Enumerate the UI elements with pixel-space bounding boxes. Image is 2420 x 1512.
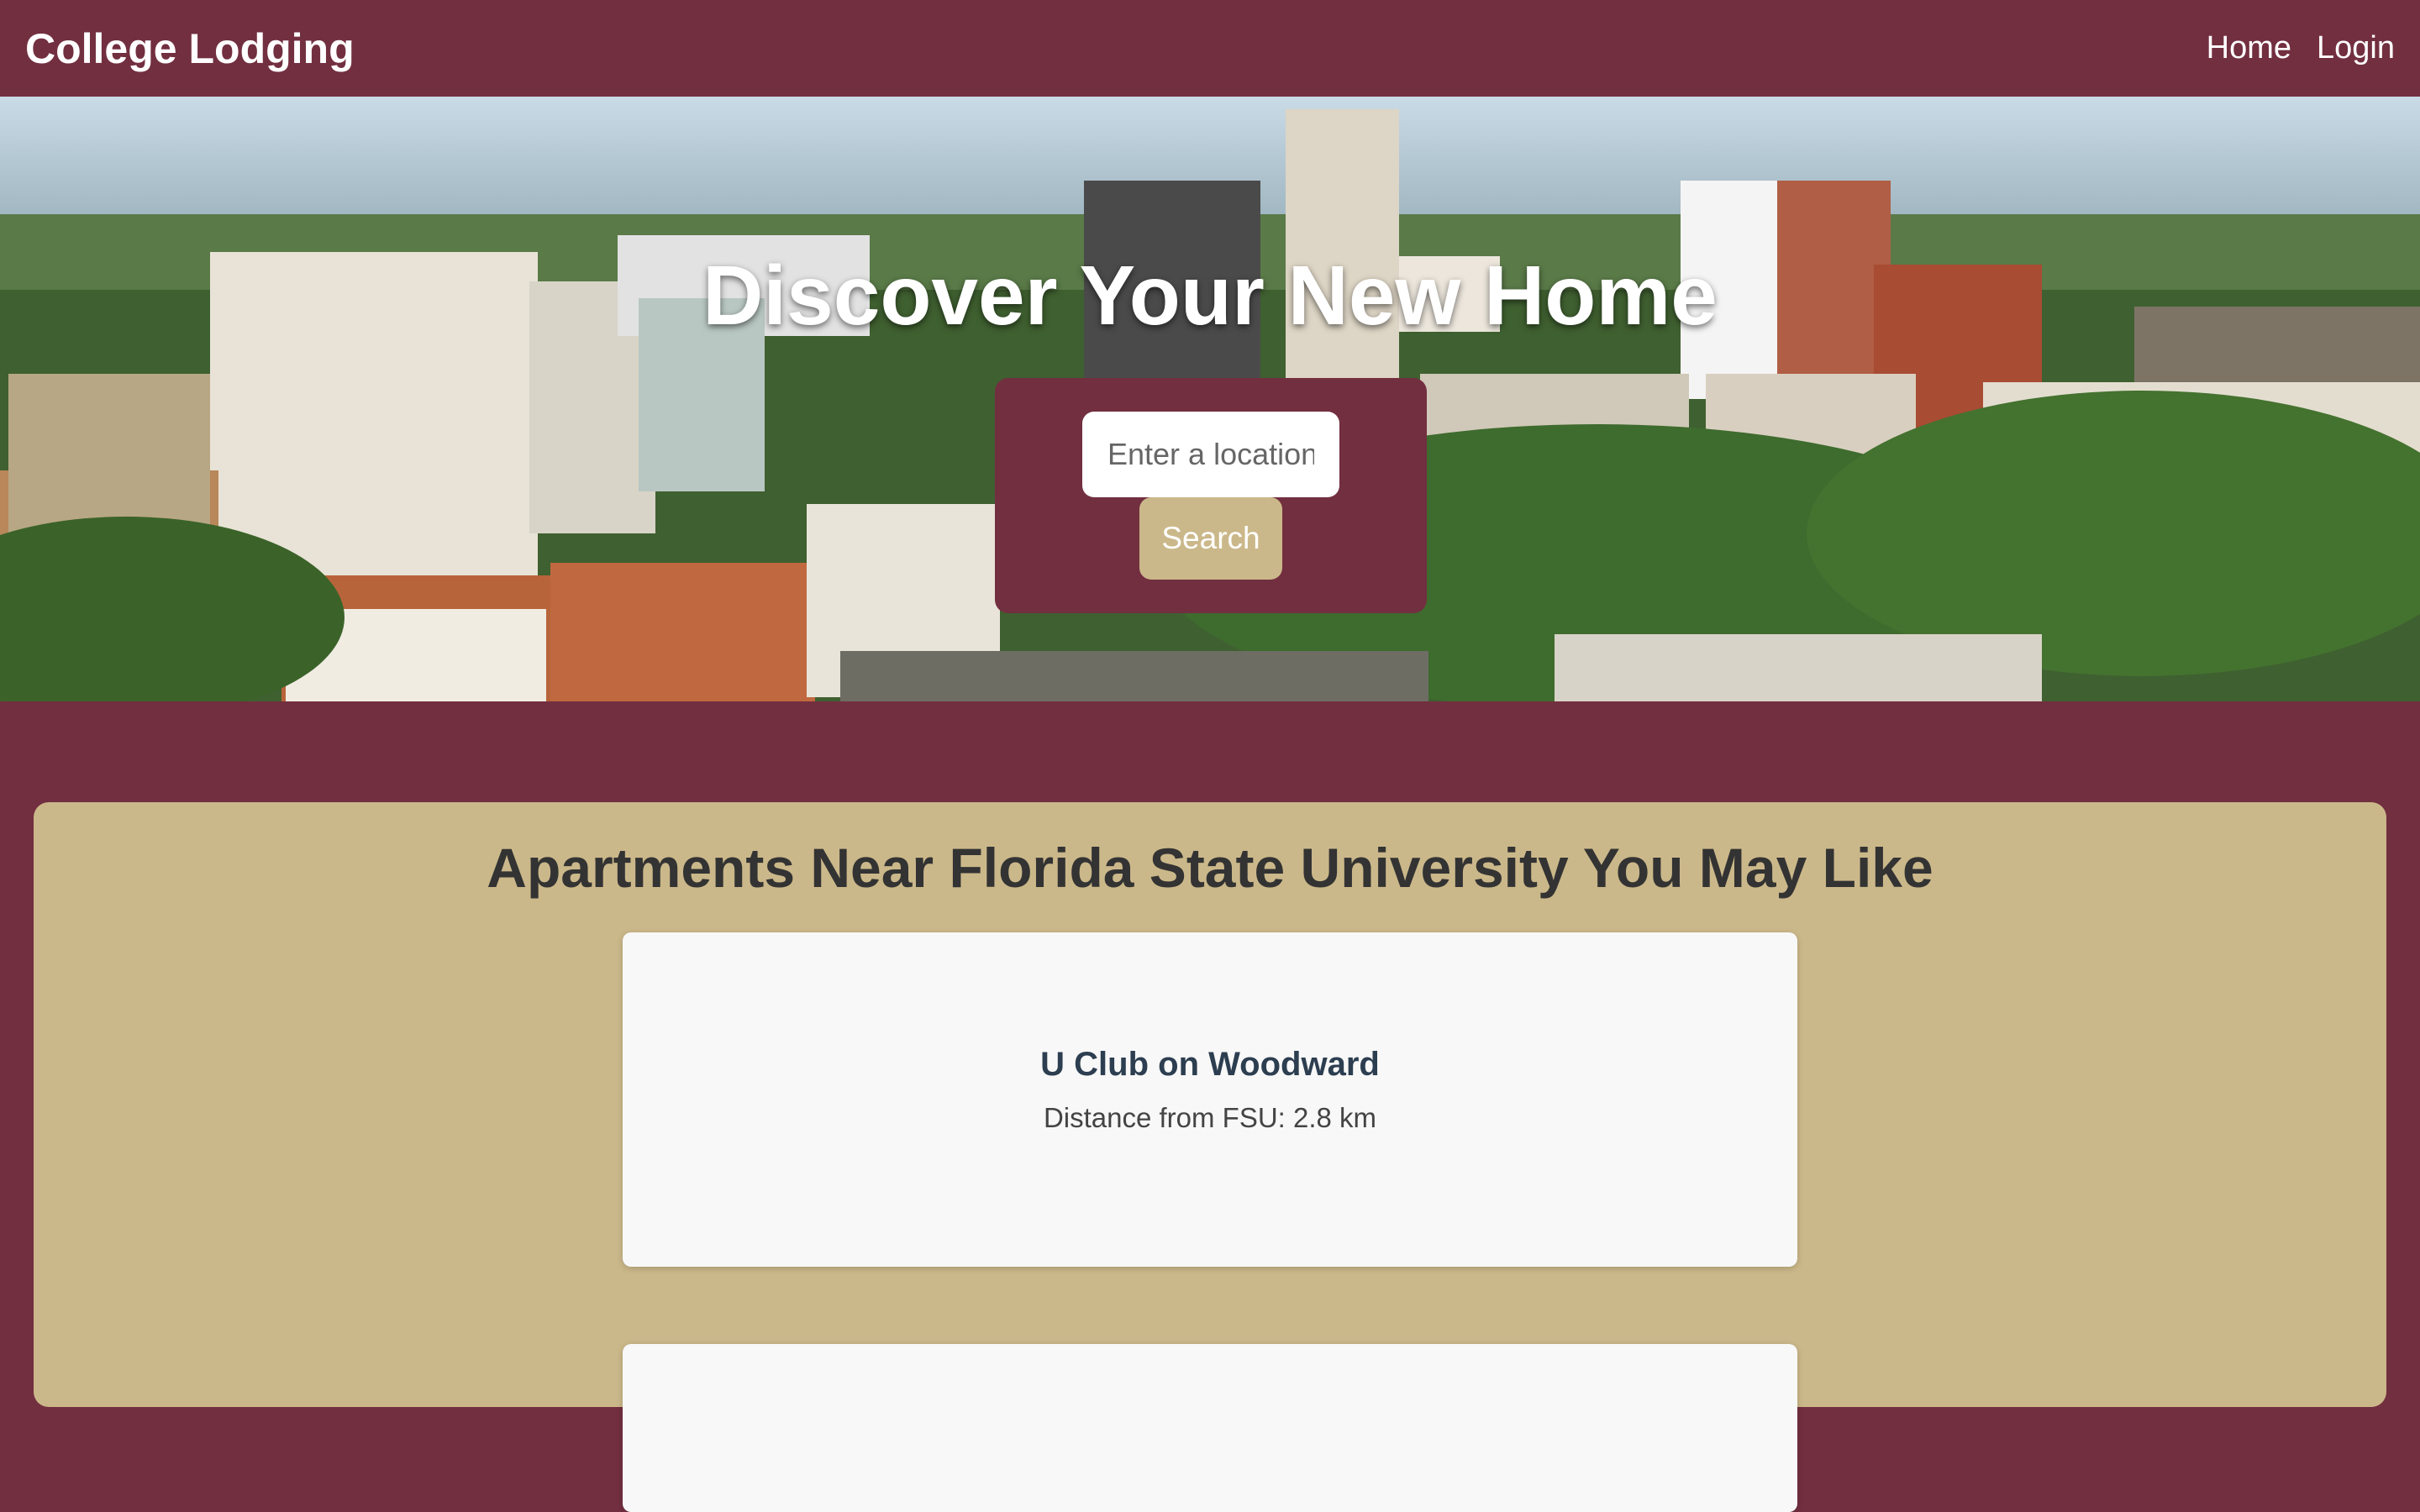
recommendations-heading: Apartments Near Florida State University… — [487, 837, 1933, 899]
apartment-card-partial[interactable] — [623, 1344, 1797, 1512]
search-panel: Search — [995, 378, 1427, 613]
nav-link-login[interactable]: Login — [2317, 30, 2395, 66]
search-button[interactable]: Search — [1139, 497, 1282, 580]
hero-section: Discover Your New Home Search — [0, 97, 2420, 701]
apartment-name: U Club on Woodward — [1040, 1046, 1380, 1083]
nav-links: Home Login — [2207, 30, 2395, 66]
apartment-distance: Distance from FSU: 2.8 km — [1043, 1102, 1377, 1133]
apartment-card[interactable]: U Club on Woodward Distance from FSU: 2.… — [623, 932, 1797, 1267]
recommendations-panel: Apartments Near Florida State University… — [34, 802, 2386, 1512]
navbar: College Lodging Home Login — [0, 0, 2420, 97]
hero-title: Discover Your New Home — [702, 249, 1718, 343]
brand-logo-text[interactable]: College Lodging — [25, 24, 355, 73]
location-search-input[interactable] — [1082, 412, 1339, 497]
nav-link-home[interactable]: Home — [2207, 30, 2291, 66]
